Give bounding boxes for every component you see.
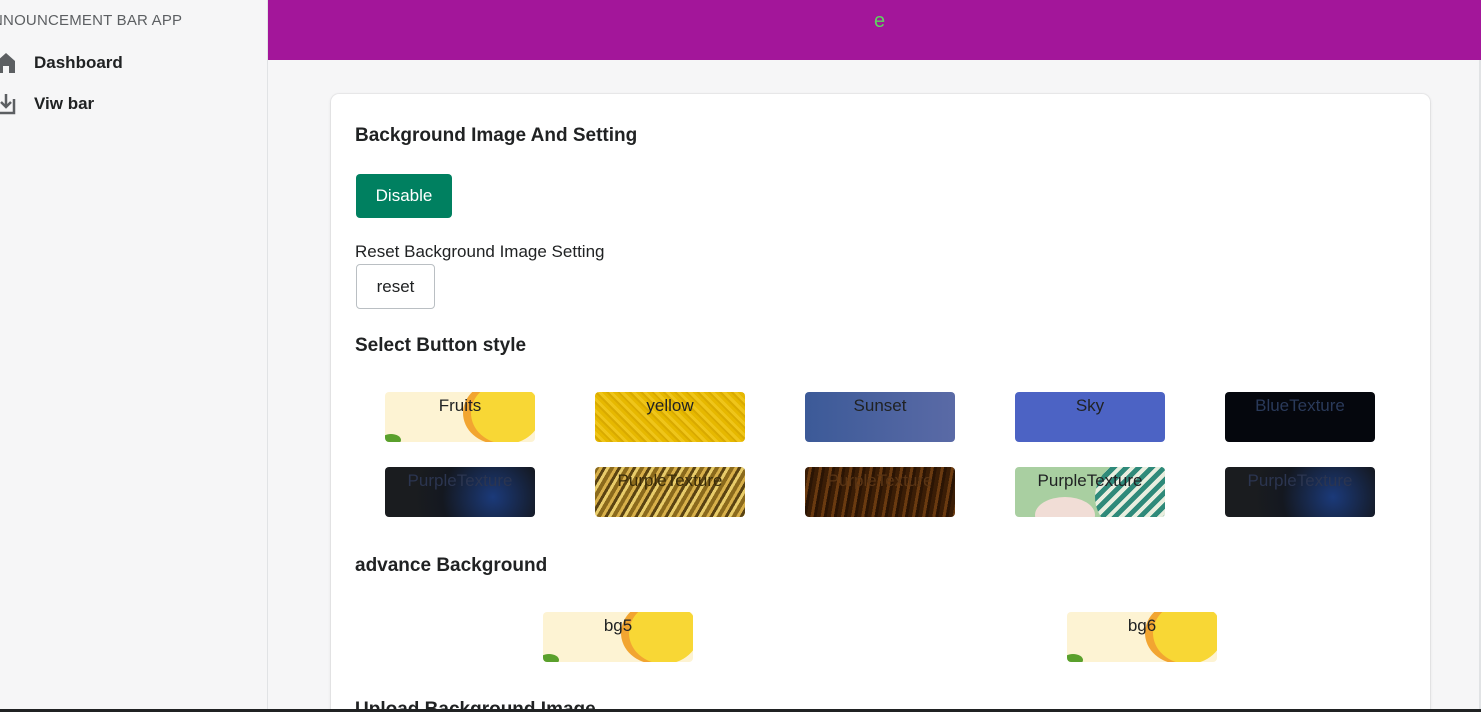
reset-section-label: Reset Background Image Setting xyxy=(355,242,605,261)
style-option-label: PurpleTexture xyxy=(617,471,723,490)
advance-option-bg6[interactable]: bg6 xyxy=(1067,612,1217,662)
leaf-decoration xyxy=(1067,654,1083,662)
pink-decoration xyxy=(1035,497,1095,517)
style-option-purpletexture-3[interactable]: PurpleTexture xyxy=(805,467,955,517)
advance-background-heading: advance Background xyxy=(355,555,548,576)
app-title: NNOUNCEMENT BAR APP xyxy=(0,12,183,29)
announcement-text: e xyxy=(874,10,886,32)
sidebar-item-label: Dashboard xyxy=(34,53,123,72)
leaf-decoration xyxy=(385,434,401,442)
style-option-purpletexture-2[interactable]: PurpleTexture xyxy=(595,467,745,517)
style-option-label: Sky xyxy=(1075,396,1105,415)
style-option-label: yellow xyxy=(646,396,694,415)
sidebar-item-label: Viw bar xyxy=(34,94,95,113)
style-option-label: Fruits xyxy=(438,396,482,415)
background-settings-heading: Background Image And Setting xyxy=(355,125,638,146)
style-option-label: PurpleTexture xyxy=(1247,471,1353,490)
style-option-yellow[interactable]: yellow xyxy=(595,392,745,442)
style-option-label: BlueTexture xyxy=(1255,396,1345,415)
style-option-label: PurpleTexture xyxy=(827,471,933,490)
advance-option-label: bg5 xyxy=(603,616,633,635)
sidebar: NNOUNCEMENT BAR APP Dashboard Viw bar xyxy=(0,0,268,712)
style-option-fruits[interactable]: Fruits xyxy=(385,392,535,442)
style-option-sunset[interactable]: Sunset xyxy=(805,392,955,442)
download-icon xyxy=(0,92,16,116)
advance-option-bg5[interactable]: bg5 xyxy=(543,612,693,662)
reset-button[interactable]: reset xyxy=(356,264,435,309)
style-option-label: PurpleTexture xyxy=(1037,471,1143,490)
advance-option-label: bg6 xyxy=(1127,616,1157,635)
announcement-bar-preview: e xyxy=(268,0,1481,60)
background-settings-card: Background Image And Setting Disable Res… xyxy=(331,94,1430,712)
style-option-purpletexture-4[interactable]: PurpleTexture xyxy=(1015,467,1165,517)
style-option-sky[interactable]: Sky xyxy=(1015,392,1165,442)
leaf-decoration xyxy=(543,654,559,662)
sidebar-item-dashboard[interactable]: Dashboard xyxy=(0,48,123,78)
style-option-label: PurpleTexture xyxy=(407,471,513,490)
style-option-purpletexture-1[interactable]: PurpleTexture xyxy=(385,467,535,517)
disable-button[interactable]: Disable xyxy=(356,174,452,218)
style-option-purpletexture-5[interactable]: PurpleTexture xyxy=(1225,467,1375,517)
style-option-label: Sunset xyxy=(853,396,907,415)
style-option-bluetexture[interactable]: BlueTexture xyxy=(1225,392,1375,442)
sidebar-item-viw-bar[interactable]: Viw bar xyxy=(0,89,94,119)
home-icon xyxy=(0,51,16,75)
select-button-style-heading: Select Button style xyxy=(355,335,527,356)
